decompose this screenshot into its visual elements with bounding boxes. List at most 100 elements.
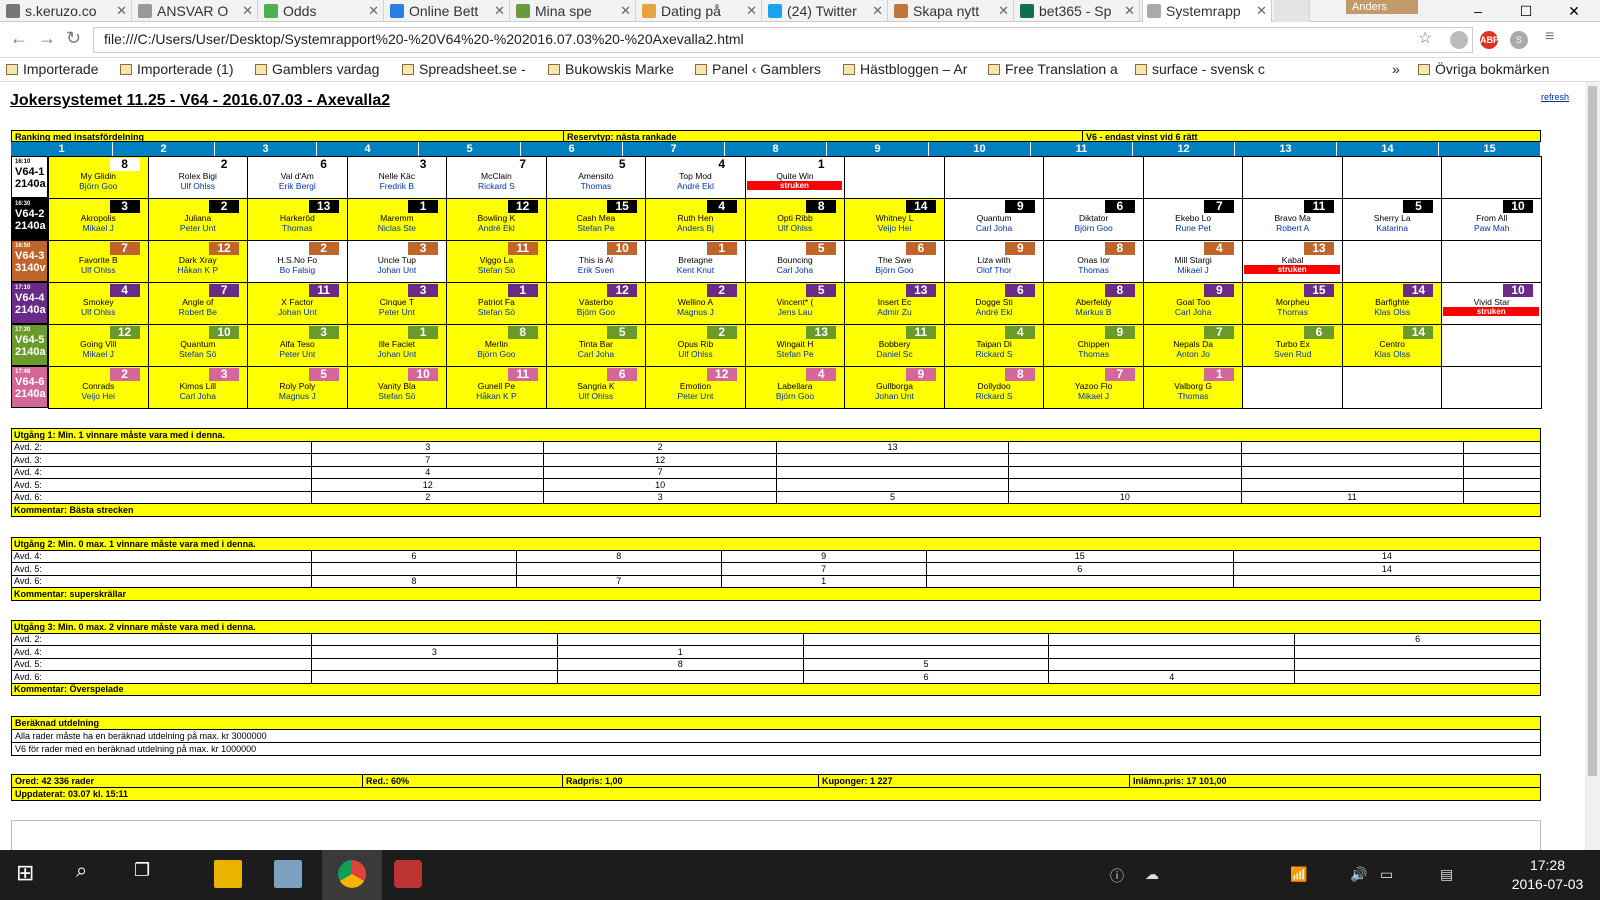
search-icon[interactable]: ⌕ (76, 860, 104, 888)
horse-cell[interactable]: 11 Gunell Pe Håkan K P (446, 366, 547, 409)
horse-cell[interactable]: 11 Viggo La Stefan Sö (446, 240, 547, 283)
menu-icon[interactable]: ≡ (1545, 28, 1554, 46)
horse-cell[interactable]: 7 McClain Rickard S (446, 156, 547, 199)
battery-icon[interactable]: ▭ (1380, 866, 1393, 883)
browser-tab[interactable]: Odds ✕ (260, 0, 384, 22)
horse-cell[interactable]: 3 Cinque T Peter Unt (346, 282, 448, 325)
maximize-icon[interactable]: ☐ (1502, 0, 1550, 22)
horse-cell[interactable]: 9 Liza with Olof Thor (943, 240, 1045, 283)
horse-cell[interactable]: 8 Dollydoo Rickard S (943, 366, 1045, 409)
horse-cell[interactable]: 12 Dark Xray Håkan K P (147, 240, 249, 283)
horse-cell[interactable]: 3 Uncle Tup Johan Unt (346, 240, 448, 283)
network-icon[interactable]: 📶 (1290, 866, 1307, 883)
horse-cell[interactable]: 7 Ekebo Lo Rune Pet (1142, 198, 1244, 241)
task-view-icon[interactable]: ❐ (134, 860, 162, 888)
bookmark-item[interactable]: Importerade (1) (120, 61, 233, 77)
forward-icon[interactable]: → (38, 28, 56, 49)
horse-cell[interactable]: 10 Vanity Bla Stefan Sö (346, 366, 448, 409)
bookmark-item[interactable]: Importerade (6, 61, 98, 77)
cloud-icon[interactable]: ☁ (1145, 866, 1159, 883)
browser-tab[interactable]: Online Bett ✕ (386, 0, 510, 22)
bookmark-item[interactable]: Övriga bokmärken (1418, 61, 1549, 77)
url-input[interactable]: file:///C:/Users/User/Desktop/Systemrapp… (93, 27, 1473, 53)
extension-icon[interactable] (1450, 31, 1468, 49)
volume-icon[interactable]: 🔊 (1350, 866, 1367, 883)
horse-cell[interactable]: 12 Bowling K André Ekl (446, 198, 547, 241)
bookmark-item[interactable]: » (1392, 61, 1400, 77)
profile-badge[interactable]: Anders (1346, 0, 1418, 14)
info-icon[interactable]: ⓘ (1110, 866, 1124, 886)
horse-cell[interactable]: 4 Labellara Björn Goo (744, 366, 846, 409)
horse-cell[interactable]: 8 Aberfeldy Markus B (1043, 282, 1144, 325)
horse-cell[interactable]: 9 Quantum Carl Joha (943, 198, 1045, 241)
bookmark-item[interactable]: Panel ‹ Gamblers (695, 61, 821, 77)
bookmark-item[interactable]: Free Translation a (988, 61, 1118, 77)
file-explorer-icon[interactable] (214, 860, 242, 888)
horse-cell[interactable]: 1 Ille Faciet Johan Unt (346, 324, 448, 367)
browser-tab[interactable]: Dating på ✕ (638, 0, 762, 22)
horse-cell[interactable]: 14 Centro Klas Olss (1341, 324, 1443, 367)
bookmark-item[interactable]: surface - svensk c (1135, 61, 1265, 77)
horse-cell[interactable]: 7 Yazoo Flo Mikael J (1043, 366, 1144, 409)
browser-tab[interactable]: bet365 - Sp ✕ (1016, 0, 1140, 22)
horse-cell[interactable]: 6 Sangria K Ulf Ohlss (545, 366, 647, 409)
minimize-icon[interactable]: – (1454, 0, 1502, 22)
tab-close-icon[interactable]: ✕ (494, 3, 505, 19)
notification-icon[interactable]: ▤ (1440, 866, 1453, 883)
horse-cell[interactable]: 13 Wingait H Stefan Pe (744, 324, 846, 367)
horse-cell[interactable]: 2 Opus Rib Ulf Ohlss (645, 324, 746, 367)
bookmark-item[interactable]: Bukowskis Marke (548, 61, 674, 77)
reload-icon[interactable]: ↻ (66, 28, 81, 49)
chrome-taskbar-button[interactable] (322, 850, 382, 900)
horse-cell[interactable]: 1 Bretagne Kent Knut (645, 240, 746, 283)
browser-tab[interactable]: Skapa nytt ✕ (890, 0, 1014, 22)
horse-cell[interactable]: 5 Amensito Thomas (545, 156, 647, 199)
horse-cell[interactable]: 8 My Glidin Björn Goo (48, 156, 149, 199)
horse-cell[interactable]: 2 H.S.No Fo Bo Falsig (247, 240, 348, 283)
browser-tab[interactable]: (24) Twitter ✕ (764, 0, 888, 22)
horse-cell[interactable]: 15 Cash Mea Stefan Pe (545, 198, 647, 241)
horse-cell[interactable]: 6 Dogge Sti André Ekl (943, 282, 1045, 325)
horse-cell[interactable]: 5 Sherry La Katarina (1341, 198, 1443, 241)
refresh-link[interactable]: refresh (1541, 92, 1569, 102)
horse-cell[interactable]: 7 Nepals Da Anton Jo (1142, 324, 1244, 367)
adblock-icon[interactable]: ABP (1480, 31, 1499, 49)
horse-cell[interactable]: 10 This is Al Erik Sven (545, 240, 647, 283)
page-scrollbar[interactable] (1585, 82, 1600, 850)
new-tab-button[interactable] (1274, 0, 1310, 22)
horse-cell[interactable]: 3 Akropolis Mikael J (48, 198, 149, 241)
tab-close-icon[interactable]: ✕ (368, 3, 379, 19)
horse-cell[interactable]: 6 Turbo Ex Sven Rud (1242, 324, 1343, 367)
horse-cell[interactable]: 10 Vivid Star struken (1441, 282, 1542, 325)
calculator-icon[interactable] (274, 860, 302, 888)
skype-icon[interactable]: S (1510, 31, 1528, 49)
horse-cell[interactable]: 12 Emotion Peter Unt (645, 366, 746, 409)
horse-cell[interactable]: 9 Gullborga Johan Unt (844, 366, 945, 409)
scrollbar-thumb[interactable] (1588, 86, 1597, 776)
tab-close-icon[interactable]: ✕ (998, 3, 1009, 19)
horse-cell[interactable]: 5 Tinta Bar Carl Joha (545, 324, 647, 367)
tab-close-icon[interactable]: ✕ (1256, 3, 1267, 19)
horse-cell[interactable]: 4 Smokey Ulf Ohlss (48, 282, 149, 325)
horse-cell[interactable]: 10 Quantum Stefan Sö (147, 324, 249, 367)
horse-cell[interactable]: 8 Merlin Björn Goo (446, 324, 547, 367)
browser-tab[interactable]: ANSVAR O ✕ (134, 0, 258, 22)
tab-close-icon[interactable]: ✕ (1124, 3, 1135, 19)
horse-cell[interactable]: 2 Juliana Peter Unt (147, 198, 249, 241)
horse-cell[interactable]: 2 Wellino A Magnus J (645, 282, 746, 325)
system-clock[interactable]: 17:28 2016-07-03 (1500, 856, 1595, 894)
bookmark-item[interactable]: Hästbloggen – Ar (843, 61, 967, 77)
horse-cell[interactable]: 1 Quite Win struken (744, 156, 846, 199)
horse-cell[interactable]: 11 X Factor Johan Unt (247, 282, 348, 325)
horse-cell[interactable]: 4 Mill Stargi Mikael J (1142, 240, 1244, 283)
horse-cell[interactable]: 6 The Swe Björn Goo (844, 240, 945, 283)
bookmark-item[interactable]: Spreadsheet.se - (402, 61, 526, 77)
bookmark-item[interactable]: Gamblers vardag (255, 61, 379, 77)
horse-cell[interactable]: 11 Bobbery Daniel Sc (844, 324, 945, 367)
back-icon[interactable]: ← (10, 28, 28, 49)
horse-cell[interactable]: 8 Opti Ribb Ulf Ohlss (744, 198, 846, 241)
horse-cell[interactable]: 5 Bouncing Carl Joha (744, 240, 846, 283)
horse-cell[interactable]: 12 Västerbo Björn Goo (545, 282, 647, 325)
horse-cell[interactable]: 1 Patriot Fa Stefan Sö (446, 282, 547, 325)
horse-cell[interactable]: 7 Favorite B Ulf Ohlss (48, 240, 149, 283)
